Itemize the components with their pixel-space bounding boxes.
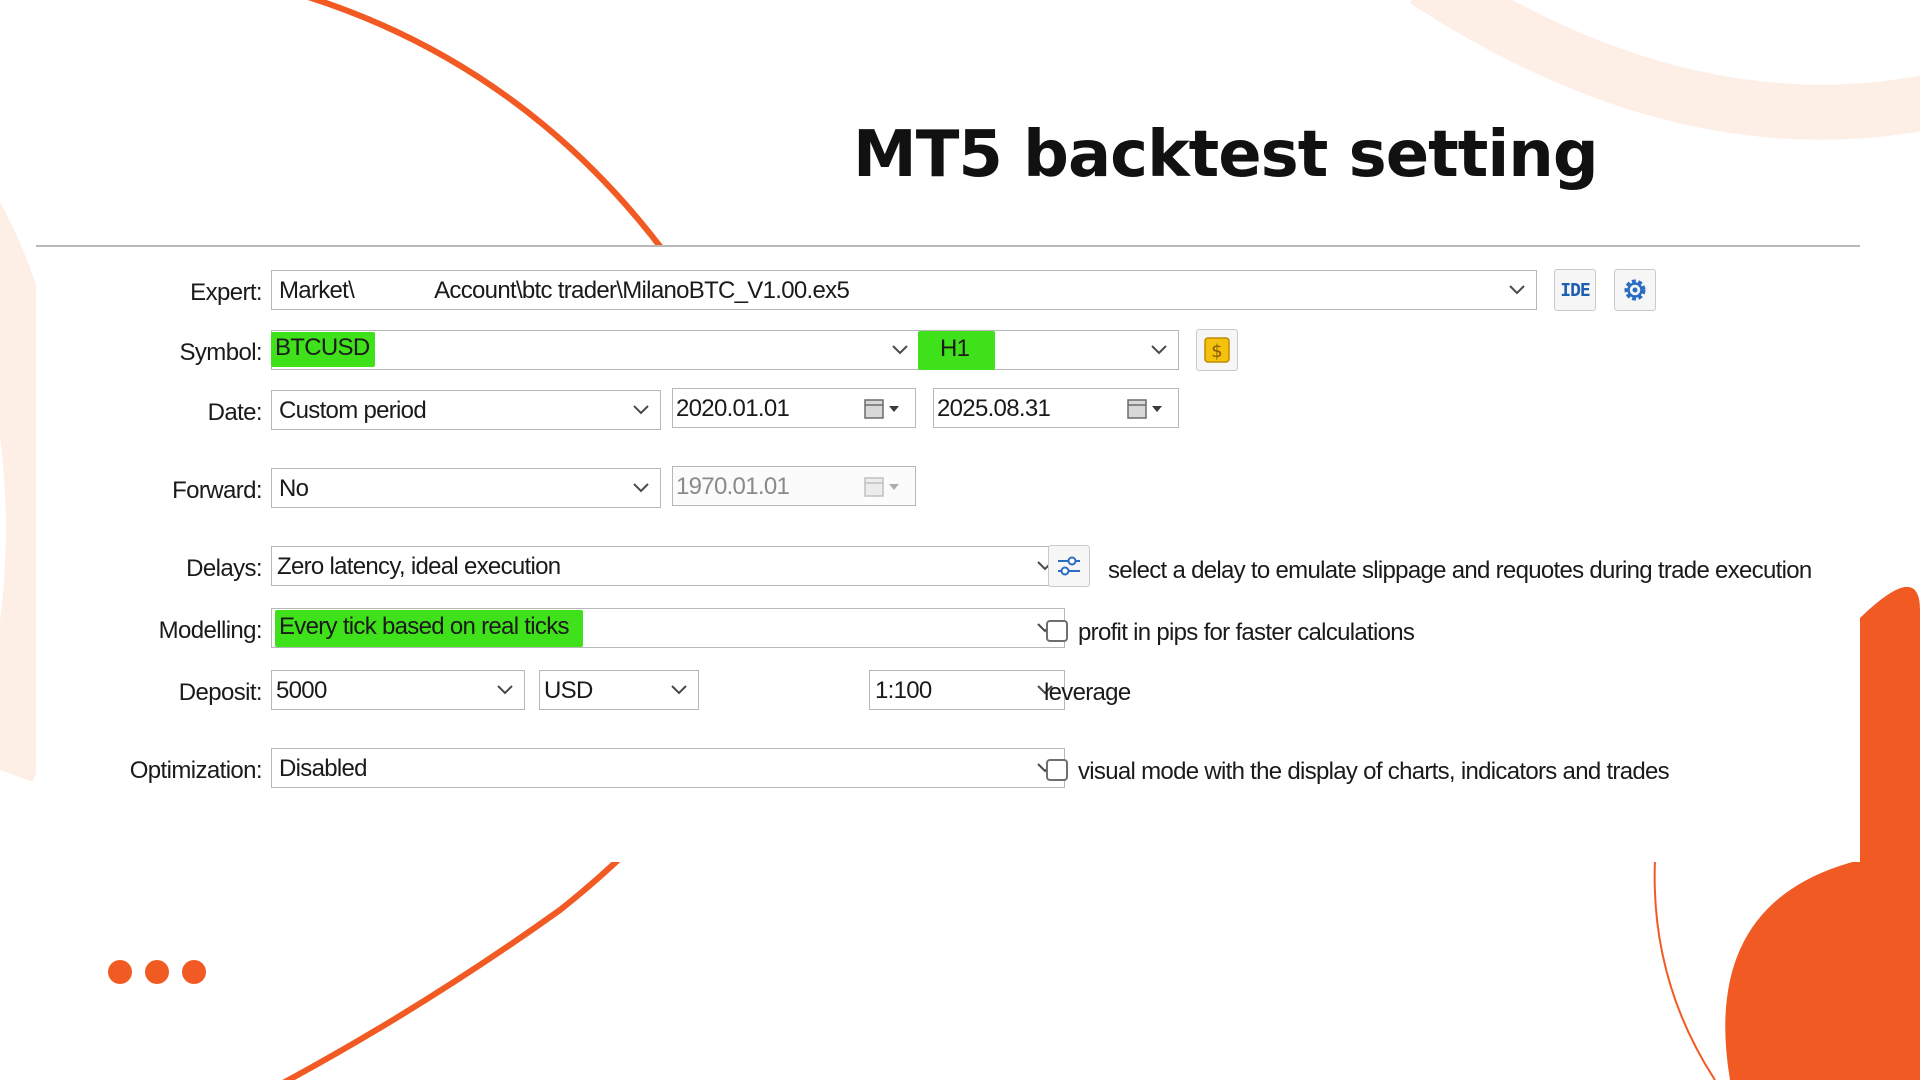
forward-date-value: 1970.01.01 <box>676 473 790 500</box>
dot <box>182 960 206 984</box>
deposit-value: 5000 <box>276 677 327 704</box>
expert-value: Market\ Account\btc trader\MilanoBTC_V1.0… <box>279 277 850 304</box>
date-mode-value: Custom period <box>279 397 427 424</box>
dot <box>108 960 132 984</box>
delay-settings-button[interactable] <box>1048 545 1090 587</box>
profit-in-pips-label: profit in pips for faster calculations <box>1078 619 1415 646</box>
forward-label: Forward: <box>172 477 262 504</box>
delays-hint: select a delay to emulate slippage and r… <box>1108 557 1812 584</box>
delays-select[interactable]: Zero latency, ideal execution <box>271 546 1065 586</box>
date-label: Date: <box>207 399 263 426</box>
peach-arc-top-right <box>1409 0 1920 140</box>
leverage-value: 1:100 <box>875 677 932 704</box>
timeframe-value: H1 <box>918 331 996 370</box>
timeframe-select[interactable]: H1 <box>918 330 1179 370</box>
expert-select[interactable]: Market\ Account\btc trader\MilanoBTC_V1.0… <box>271 270 1537 310</box>
chevron-down-icon <box>497 685 513 695</box>
calendar-icon <box>864 399 899 419</box>
gear-icon <box>1624 279 1646 301</box>
calendar-icon <box>1127 399 1162 419</box>
leverage-label: leverage <box>1044 679 1131 706</box>
deposit-label: Deposit: <box>178 679 263 706</box>
date-from-value: 2020.01.01 <box>676 395 790 422</box>
symbol-value: BTCUSD <box>271 332 376 367</box>
optimization-label: Optimization: <box>129 757 263 784</box>
symbol-label: Symbol: <box>179 339 263 366</box>
forward-value: No <box>279 475 309 502</box>
date-to-picker[interactable]: 2025.08.31 <box>933 388 1179 428</box>
tester-settings-panel: Expert: Market\ Account\btc trader\Milano… <box>36 245 1860 862</box>
currency-select[interactable]: USD <box>539 670 699 710</box>
profit-in-pips-checkbox[interactable] <box>1046 620 1068 642</box>
optimization-select[interactable]: Disabled <box>271 748 1065 788</box>
visual-mode-label: visual mode with the display of charts, … <box>1078 758 1670 785</box>
chevron-down-icon <box>1509 285 1525 295</box>
svg-text:$: $ <box>1211 341 1222 362</box>
forward-select[interactable]: No <box>271 468 661 508</box>
dollar-icon: $ <box>1204 337 1230 363</box>
dot <box>145 960 169 984</box>
symbol-properties-button[interactable]: $ <box>1196 329 1238 371</box>
ide-button-label: IDE <box>1560 279 1590 301</box>
chevron-down-icon <box>633 405 649 415</box>
slide-title: MT5 backtest setting <box>853 118 1599 192</box>
deposit-select[interactable]: 5000 <box>271 670 525 710</box>
date-to-value: 2025.08.31 <box>937 395 1051 422</box>
peach-arc-left <box>0 201 76 782</box>
calendar-icon <box>864 477 899 497</box>
expert-label: Expert: <box>190 279 262 306</box>
expert-settings-button[interactable] <box>1614 269 1656 311</box>
ide-button[interactable]: IDE <box>1554 269 1596 311</box>
orange-thin-arc-right <box>1653 859 1716 1080</box>
modelling-select[interactable]: Every tick based on real ticks <box>271 608 1065 648</box>
modelling-label: Modelling: <box>158 617 263 644</box>
date-mode-select[interactable]: Custom period <box>271 390 661 430</box>
symbol-select[interactable]: BTCUSD <box>271 330 920 370</box>
currency-value: USD <box>544 677 593 704</box>
leverage-select[interactable]: 1:100 <box>869 670 1065 710</box>
chevron-down-icon <box>892 345 908 355</box>
optimization-value: Disabled <box>279 755 367 782</box>
delays-label: Delays: <box>186 555 262 582</box>
chevron-down-icon <box>633 483 649 493</box>
date-from-picker[interactable]: 2020.01.01 <box>672 388 916 428</box>
decorative-dots <box>108 960 206 984</box>
chevron-down-icon <box>671 685 687 695</box>
forward-date-picker[interactable]: 1970.01.01 <box>672 466 916 506</box>
sliders-icon <box>1058 556 1080 576</box>
chevron-down-icon <box>1151 345 1167 355</box>
modelling-value: Every tick based on real ticks <box>275 610 583 647</box>
visual-mode-checkbox[interactable] <box>1046 759 1068 781</box>
delays-value: Zero latency, ideal execution <box>277 553 561 580</box>
